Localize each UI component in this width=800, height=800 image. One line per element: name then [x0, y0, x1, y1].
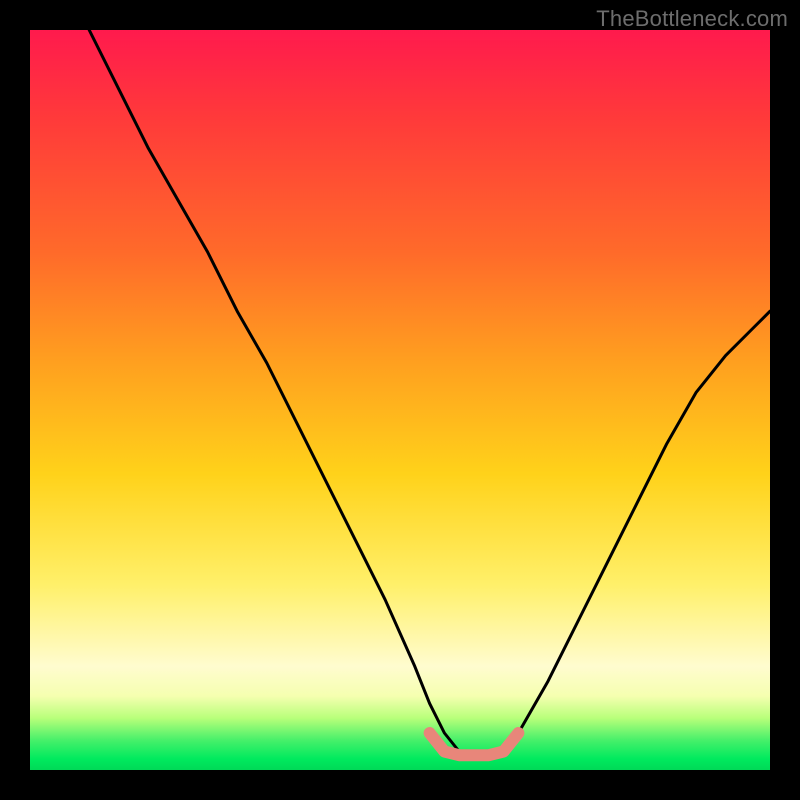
bottleneck-curve [89, 30, 770, 755]
curve-svg [30, 30, 770, 770]
chart-frame: TheBottleneck.com [0, 0, 800, 800]
watermark-text: TheBottleneck.com [596, 6, 788, 32]
plot-area [30, 30, 770, 770]
highlight-flat-region [430, 733, 519, 755]
